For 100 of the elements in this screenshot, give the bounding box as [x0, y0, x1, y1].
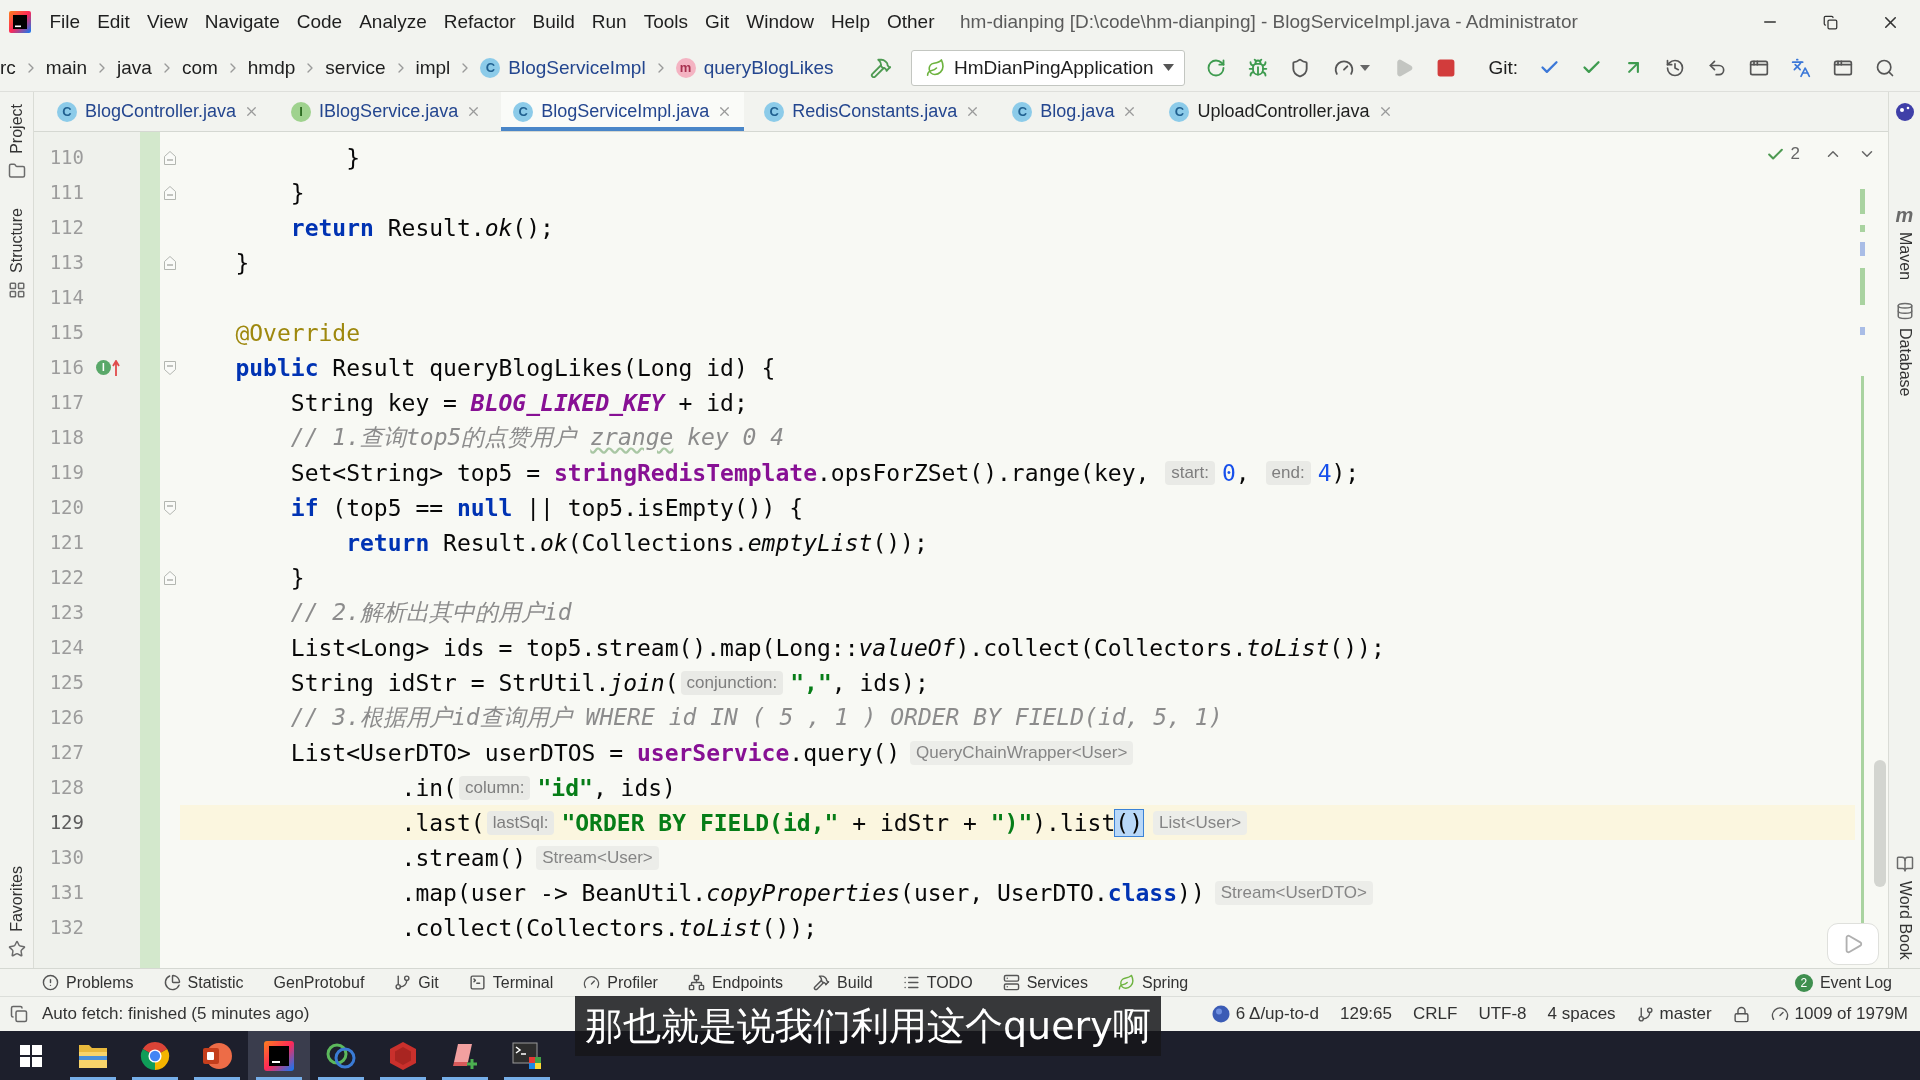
code-text: .map(user -> BeanUtil.copyProperties(user, UserDTO.class)) — [401, 879, 1205, 906]
editor-tab[interactable]: C BlogServiceImpl.java — [501, 92, 745, 131]
tool-window-button[interactable]: Statistic — [163, 973, 244, 992]
code-text: String key = BLOG_LIKED_KEY + id; — [290, 389, 748, 416]
tool-window-button[interactable]: Problems — [42, 973, 134, 992]
start-icon[interactable] — [20, 1044, 42, 1067]
breadcrumb-item[interactable]: service — [325, 56, 386, 79]
run-configuration-dropdown[interactable]: HmDianPingApplication — [910, 49, 1185, 86]
fold-marker-icon[interactable] — [164, 255, 176, 270]
status-item[interactable]: CRLF — [1413, 1004, 1458, 1024]
tool-window-button[interactable]: Database — [1895, 302, 1914, 397]
squares-icon[interactable] — [10, 1005, 28, 1023]
breadcrumb-item[interactable]: impl — [415, 56, 451, 79]
tool-window-button[interactable]: Git — [394, 973, 439, 992]
fold-marker-icon[interactable] — [164, 185, 176, 200]
menu-item[interactable]: Tools — [635, 11, 697, 33]
class-icon: C — [1169, 101, 1190, 122]
menu-item[interactable]: Other — [878, 11, 943, 33]
line-number: 119 — [48, 460, 84, 485]
breadcrumb-item[interactable]: com — [181, 56, 218, 79]
menu-item[interactable]: Navigate — [196, 11, 289, 33]
taskbar-button[interactable] — [248, 1031, 310, 1080]
editor-tab[interactable]: C BlogController.java — [45, 92, 272, 131]
caret-icon[interactable] — [1359, 64, 1370, 71]
tool-window-button[interactable]: Project — [7, 104, 26, 180]
breadcrumb-item[interactable]: C BlogServiceImpl — [480, 56, 646, 79]
fold-marker-icon[interactable] — [164, 570, 176, 585]
tool-window-button[interactable]: Build — [813, 973, 873, 992]
terminal-icon — [468, 974, 486, 991]
status-item[interactable]: 129:65 — [1340, 1004, 1392, 1024]
tool-window-button[interactable]: GenProtobuf — [273, 973, 365, 992]
translate-icon[interactable] — [1791, 57, 1812, 78]
hammer-icon[interactable] — [869, 56, 892, 79]
editor-tab[interactable]: C UploadController.java — [1157, 92, 1405, 131]
tool-window-button[interactable]: m Maven — [1895, 206, 1914, 281]
breadcrumb-item[interactable]: main — [45, 56, 87, 79]
app-logo-icon[interactable] — [9, 11, 31, 33]
menu-item[interactable]: Run — [583, 11, 636, 33]
stop-icon[interactable] — [1435, 57, 1456, 78]
book-icon — [1895, 855, 1914, 874]
caret-icon[interactable] — [1162, 64, 1174, 71]
tool-window-button[interactable]: TODO — [902, 973, 973, 992]
tool-window-button[interactable]: Structure — [7, 207, 26, 299]
shield-icon[interactable] — [1289, 57, 1310, 78]
breadcrumb-item[interactable]: m queryBlogLikes — [675, 56, 834, 79]
tool-window-button[interactable]: Endpoints — [687, 973, 784, 992]
breadcrumb-item[interactable]: rc — [0, 56, 16, 79]
search-icon[interactable] — [1875, 57, 1896, 78]
menu-item[interactable]: View — [138, 11, 197, 33]
vcs-label: Git: — [1488, 56, 1519, 79]
status-item[interactable]: UTF-8 — [1478, 1004, 1527, 1024]
breadcrumb-item[interactable]: java — [117, 56, 152, 79]
tool-window-button[interactable]: 2 Event Log — [1794, 973, 1892, 992]
menu-item[interactable]: Analyze — [350, 11, 436, 33]
rerun-icon[interactable] — [1205, 57, 1226, 78]
tool-window-button[interactable]: Services — [1002, 973, 1088, 992]
restore-icon[interactable] — [1822, 14, 1838, 30]
fold-marker-icon[interactable] — [164, 360, 176, 375]
menu-item[interactable]: Git — [696, 11, 738, 33]
window-title: hm-dianping [D:\code\hm-dianping] - BlogServiceImpl.java - Administrator — [960, 11, 1578, 33]
editor-tab[interactable]: I IBlogService.java — [279, 92, 494, 131]
editor-tab[interactable]: C Blog.java — [1000, 92, 1150, 131]
gauge-icon[interactable] — [1333, 57, 1354, 78]
tool-window-button[interactable]: Favorites — [7, 866, 26, 958]
interface-icon: I — [291, 101, 312, 122]
menu-item[interactable]: File — [41, 11, 89, 33]
editor-tab[interactable]: C RedisConstants.java — [752, 92, 993, 131]
maven-icon: m — [1895, 206, 1914, 224]
class-icon: C — [480, 57, 501, 78]
menu-item[interactable]: Edit — [88, 11, 139, 33]
menu-item[interactable]: Window — [737, 11, 823, 33]
parameter-hint: conjunction: — [680, 670, 784, 695]
menu-item[interactable]: Help — [822, 11, 879, 33]
bug-icon[interactable] — [1247, 57, 1268, 78]
menu-item[interactable]: Refactor — [435, 11, 525, 33]
breadcrumb-item[interactable]: hmdp — [247, 56, 296, 79]
history-icon[interactable] — [1665, 57, 1686, 78]
parameter-hint: start: — [1165, 460, 1215, 485]
fold-marker-icon[interactable] — [164, 500, 176, 515]
line-number: 124 — [48, 635, 84, 660]
fold-marker-icon[interactable] — [164, 150, 176, 165]
line-number: 120 — [48, 495, 84, 520]
class-icon: C — [513, 101, 534, 122]
tool-window-button[interactable]: Spring — [1118, 973, 1189, 992]
line-number: 114 — [48, 285, 84, 310]
tool-window-button[interactable]: Terminal — [468, 973, 554, 992]
menu-item[interactable]: Build — [524, 11, 584, 33]
lock-icon[interactable] — [1732, 1005, 1750, 1023]
tool-window-button[interactable]: Word Book — [1895, 855, 1914, 960]
branch-status[interactable]: master — [1636, 1004, 1712, 1024]
status-item[interactable]: 4 spaces — [1547, 1004, 1616, 1024]
vcs-status[interactable]: 6 Δ/up-to-d — [1211, 1004, 1319, 1024]
class-icon: C — [764, 101, 785, 122]
scrollbar-thumb[interactable] — [1873, 760, 1886, 887]
memory-indicator[interactable]: 1009 of 1979M — [1770, 1004, 1908, 1024]
menu-item[interactable]: Code — [288, 11, 351, 33]
orb-icon[interactable] — [1894, 102, 1915, 122]
line-number: 116 — [48, 355, 84, 380]
tool-window-button[interactable]: Profiler — [583, 973, 658, 992]
code-text: List<Long> ids = top5.stream().map(Long::valueOf).collect(Collectors.toList()); — [290, 634, 1385, 661]
